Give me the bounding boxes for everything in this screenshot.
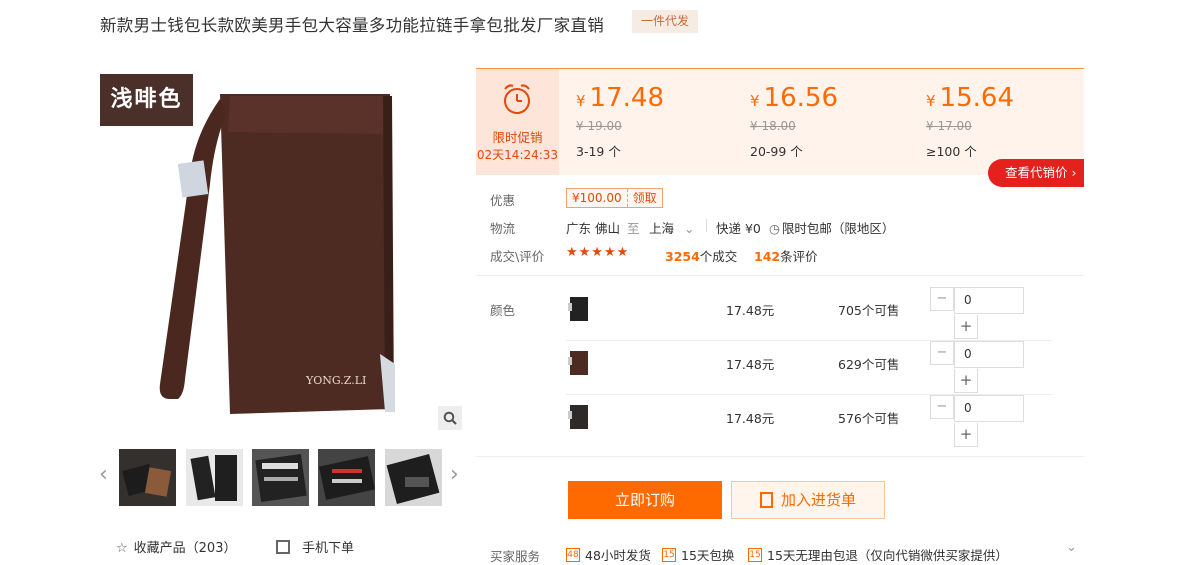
thumbnail[interactable] [318, 449, 375, 506]
thumbnail[interactable] [186, 449, 243, 506]
service-icon: 48 [566, 547, 580, 562]
view-agent-price-button[interactable]: 查看代销价 › [988, 159, 1084, 187]
star-outline-icon: ☆ [116, 541, 128, 556]
service-icon: 15 [662, 547, 676, 562]
review-count[interactable]: 142条评价 [754, 246, 818, 265]
quantity-stepper: − 0 + [930, 395, 1024, 449]
ship-to-word: 至 [627, 221, 640, 236]
service-item: 15 15天包换 [662, 547, 735, 563]
quantity-stepper: − 0 + [930, 287, 1024, 341]
thumbnail[interactable] [252, 449, 309, 506]
price-tier: ¥16.56 ¥ 18.00 20-99 个 [750, 83, 838, 159]
expand-services-icon[interactable]: ⌄ [1066, 540, 1077, 555]
sku-row: 17.48元 629个可售 − 0 + [566, 341, 1054, 395]
buy-now-button[interactable]: 立即订购 [568, 481, 722, 519]
thumb-next-icon[interactable]: › [450, 462, 459, 487]
product-title: 新款男士钱包长款欧美男手包大容量多功能拉链手拿包批发厂家直销 [100, 16, 604, 35]
thumb-prev-icon[interactable]: ‹ [99, 462, 108, 487]
price-tier: ¥15.64 ¥ 17.00 ≥100 个 [926, 83, 1014, 159]
service-item: 15 15天无理由包退（仅向代销微供买家提供） [748, 547, 1008, 563]
plus-button[interactable]: + [954, 423, 978, 447]
promo-label: 限时促销 [492, 130, 543, 145]
free-shipping: ◷ 限时包邮（限地区） [769, 221, 895, 236]
color-label-badge: 浅啡色 [100, 74, 193, 126]
color-label: 颜色 [490, 303, 516, 318]
chevron-down-icon: ⌄ [684, 221, 695, 236]
plus-button[interactable]: + [954, 369, 978, 393]
clipboard-icon [759, 492, 773, 508]
clock-icon: ◷ [769, 221, 780, 236]
price-panel: 限时促销 02天14:24:33 ¥17.48 ¥ 19.00 3-19 个 ¥… [476, 68, 1084, 175]
thumbnail[interactable] [385, 449, 442, 506]
deals-label: 成交\评价 [490, 249, 545, 264]
quantity-input[interactable]: 0 [954, 395, 1024, 422]
quantity-input[interactable]: 0 [954, 341, 1024, 368]
zoom-icon[interactable] [438, 406, 462, 430]
ship-to-select[interactable]: 上海 ⌄ [649, 218, 694, 237]
add-to-cart-button[interactable]: 加入进货单 [731, 481, 885, 519]
thumbnail[interactable] [119, 449, 176, 506]
services-label: 买家服务 [490, 549, 541, 564]
quantity-stepper: − 0 + [930, 341, 1024, 395]
favorite-button[interactable]: ☆ 收藏产品（203） [116, 537, 236, 556]
rating-stars: ★★★★★ [566, 245, 630, 260]
sold-count[interactable]: 3254个成交 [665, 246, 737, 265]
minus-button[interactable]: − [930, 395, 954, 419]
dropship-tag: 一件代发 [632, 10, 698, 33]
price-tier: ¥17.48 ¥ 19.00 3-19 个 [576, 83, 664, 159]
product-main-image[interactable]: YONG.Z.LI [100, 74, 462, 430]
sku-thumbnail[interactable] [566, 401, 592, 429]
minus-button[interactable]: − [930, 341, 954, 365]
alarm-clock-icon [504, 84, 530, 114]
service-item: 48 48小时发货 [566, 547, 651, 563]
brand-text: YONG.Z.LI [305, 374, 366, 387]
qrcode-icon [276, 540, 290, 554]
plus-button[interactable]: + [954, 315, 978, 339]
sku-row: 17.48元 705个可售 − 0 + [566, 287, 1054, 341]
mobile-order-button[interactable]: 手机下单 [276, 537, 354, 556]
logistics-label: 物流 [490, 221, 516, 236]
coupon[interactable]: ¥100.00 领取 [566, 188, 663, 208]
quantity-input[interactable]: 0 [954, 287, 1024, 314]
minus-button[interactable]: − [930, 287, 954, 311]
promo-block: 限时促销 02天14:24:33 [476, 69, 559, 175]
claim-coupon-button[interactable]: 领取 [626, 189, 662, 207]
promo-countdown: 02天14:24:33 [476, 148, 559, 162]
express-fee: 快递 ¥0 [716, 221, 761, 236]
sku-row: 17.48元 576个可售 − 0 + [566, 395, 1054, 449]
sku-thumbnail[interactable] [566, 347, 592, 375]
service-icon: 15 [748, 547, 762, 562]
ship-from: 广东 佛山 [566, 221, 620, 236]
discount-label: 优惠 [490, 193, 516, 208]
sku-thumbnail[interactable] [566, 293, 592, 321]
